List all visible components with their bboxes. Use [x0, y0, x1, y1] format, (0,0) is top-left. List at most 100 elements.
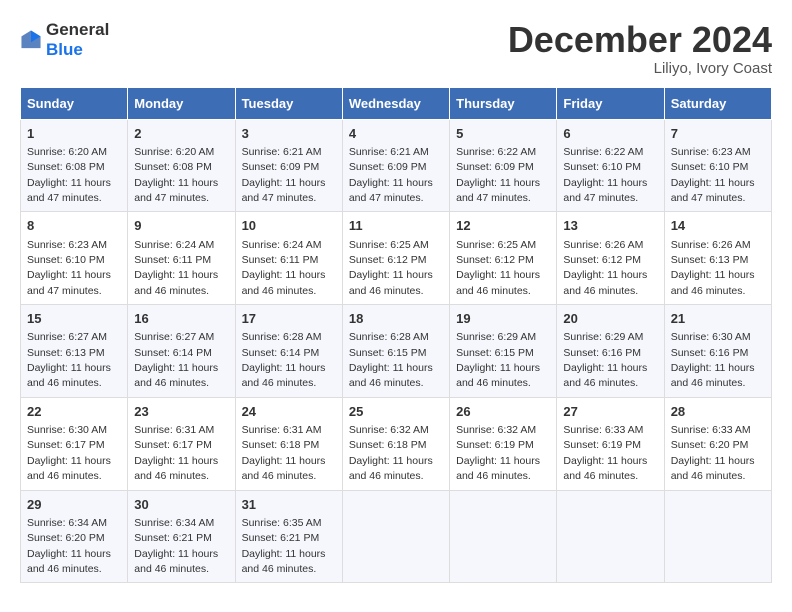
location: Liliyo, Ivory Coast: [508, 60, 772, 77]
day-number: 10: [242, 217, 336, 235]
calendar-cell: 29 Sunrise: 6:34 AMSunset: 6:20 PMDayligh…: [21, 490, 128, 583]
day-info: Sunrise: 6:34 AMSunset: 6:20 PMDaylight:…: [27, 517, 111, 575]
day-number: 22: [27, 403, 121, 421]
calendar-body: 1 Sunrise: 6:20 AMSunset: 6:08 PMDaylight…: [21, 119, 772, 583]
day-info: Sunrise: 6:25 AMSunset: 6:12 PMDaylight:…: [456, 239, 540, 297]
calendar-cell: 21 Sunrise: 6:30 AMSunset: 6:16 PMDayligh…: [664, 305, 771, 398]
day-info: Sunrise: 6:24 AMSunset: 6:11 PMDaylight:…: [134, 239, 218, 297]
calendar-cell: 8Sunrise: 6:23 AMSunset: 6:10 PMDaylight…: [21, 212, 128, 305]
week-row-1: 1 Sunrise: 6:20 AMSunset: 6:08 PMDaylight…: [21, 119, 772, 212]
logo: General Blue: [20, 20, 109, 60]
day-number: 12: [456, 217, 550, 235]
weekday-header-row: SundayMondayTuesdayWednesdayThursdayFrid…: [21, 87, 772, 119]
calendar-cell: 15Sunrise: 6:27 AMSunset: 6:13 PMDayligh…: [21, 305, 128, 398]
day-info: Sunrise: 6:24 AMSunset: 6:11 PMDaylight:…: [242, 239, 326, 297]
weekday-header-thursday: Thursday: [450, 87, 557, 119]
day-number: 4: [349, 125, 443, 143]
day-info: Sunrise: 6:30 AMSunset: 6:16 PMDaylight:…: [671, 331, 755, 389]
day-info: Sunrise: 6:34 AMSunset: 6:21 PMDaylight:…: [134, 517, 218, 575]
calendar-cell: 4 Sunrise: 6:21 AMSunset: 6:09 PMDaylight…: [342, 119, 449, 212]
weekday-header-saturday: Saturday: [664, 87, 771, 119]
calendar-cell: [664, 490, 771, 583]
day-number: 6: [563, 125, 657, 143]
weekday-header-tuesday: Tuesday: [235, 87, 342, 119]
week-row-4: 22 Sunrise: 6:30 AMSunset: 6:17 PMDayligh…: [21, 397, 772, 490]
calendar-cell: 19 Sunrise: 6:29 AMSunset: 6:15 PMDayligh…: [450, 305, 557, 398]
day-info: Sunrise: 6:26 AMSunset: 6:12 PMDaylight:…: [563, 239, 647, 297]
calendar-cell: 9 Sunrise: 6:24 AMSunset: 6:11 PMDaylight…: [128, 212, 235, 305]
day-number: 21: [671, 310, 765, 328]
day-number: 16: [134, 310, 228, 328]
day-number: 9: [134, 217, 228, 235]
calendar-cell: 6 Sunrise: 6:22 AMSunset: 6:10 PMDaylight…: [557, 119, 664, 212]
day-number: 20: [563, 310, 657, 328]
day-number: 18: [349, 310, 443, 328]
calendar-cell: 22 Sunrise: 6:30 AMSunset: 6:17 PMDayligh…: [21, 397, 128, 490]
calendar-cell: [450, 490, 557, 583]
day-info: Sunrise: 6:28 AMSunset: 6:15 PMDaylight:…: [349, 331, 433, 389]
day-info: Sunrise: 6:22 AMSunset: 6:09 PMDaylight:…: [456, 146, 540, 204]
day-number: 28: [671, 403, 765, 421]
day-info: Sunrise: 6:22 AMSunset: 6:10 PMDaylight:…: [563, 146, 647, 204]
day-info: Sunrise: 6:32 AMSunset: 6:19 PMDaylight:…: [456, 424, 540, 482]
page-header: General Blue December 2024 Liliyo, Ivory…: [20, 20, 772, 77]
day-number: 11: [349, 217, 443, 235]
weekday-header-wednesday: Wednesday: [342, 87, 449, 119]
day-info: Sunrise: 6:30 AMSunset: 6:17 PMDaylight:…: [27, 424, 111, 482]
calendar-cell: 23 Sunrise: 6:31 AMSunset: 6:17 PMDayligh…: [128, 397, 235, 490]
week-row-2: 8Sunrise: 6:23 AMSunset: 6:10 PMDaylight…: [21, 212, 772, 305]
day-number: 23: [134, 403, 228, 421]
calendar-cell: 10 Sunrise: 6:24 AMSunset: 6:11 PMDayligh…: [235, 212, 342, 305]
day-number: 7: [671, 125, 765, 143]
day-info: Sunrise: 6:21 AMSunset: 6:09 PMDaylight:…: [349, 146, 433, 204]
day-number: 15: [27, 310, 121, 328]
calendar-cell: 14Sunrise: 6:26 AMSunset: 6:13 PMDayligh…: [664, 212, 771, 305]
calendar-cell: 18 Sunrise: 6:28 AMSunset: 6:15 PMDayligh…: [342, 305, 449, 398]
day-number: 29: [27, 496, 121, 514]
day-info: Sunrise: 6:29 AMSunset: 6:16 PMDaylight:…: [563, 331, 647, 389]
calendar-cell: 12 Sunrise: 6:25 AMSunset: 6:12 PMDayligh…: [450, 212, 557, 305]
day-info: Sunrise: 6:20 AMSunset: 6:08 PMDaylight:…: [134, 146, 218, 204]
day-info: Sunrise: 6:29 AMSunset: 6:15 PMDaylight:…: [456, 331, 540, 389]
calendar-cell: 17 Sunrise: 6:28 AMSunset: 6:14 PMDayligh…: [235, 305, 342, 398]
day-info: Sunrise: 6:23 AMSunset: 6:10 PMDaylight:…: [671, 146, 755, 204]
day-info: Sunrise: 6:28 AMSunset: 6:14 PMDaylight:…: [242, 331, 326, 389]
day-info: Sunrise: 6:23 AMSunset: 6:10 PMDaylight:…: [27, 239, 111, 297]
day-info: Sunrise: 6:35 AMSunset: 6:21 PMDaylight:…: [242, 517, 326, 575]
day-info: Sunrise: 6:31 AMSunset: 6:17 PMDaylight:…: [134, 424, 218, 482]
day-number: 14: [671, 217, 765, 235]
calendar-cell: 31Sunrise: 6:35 AMSunset: 6:21 PMDayligh…: [235, 490, 342, 583]
day-number: 1: [27, 125, 121, 143]
day-number: 3: [242, 125, 336, 143]
day-info: Sunrise: 6:27 AMSunset: 6:14 PMDaylight:…: [134, 331, 218, 389]
calendar-cell: 28Sunrise: 6:33 AMSunset: 6:20 PMDayligh…: [664, 397, 771, 490]
week-row-3: 15Sunrise: 6:27 AMSunset: 6:13 PMDayligh…: [21, 305, 772, 398]
week-row-5: 29 Sunrise: 6:34 AMSunset: 6:20 PMDayligh…: [21, 490, 772, 583]
calendar-cell: [557, 490, 664, 583]
calendar-cell: 13 Sunrise: 6:26 AMSunset: 6:12 PMDayligh…: [557, 212, 664, 305]
calendar-cell: 1Sunrise: 6:20 AMSunset: 6:08 PMDaylight…: [21, 119, 128, 212]
weekday-header-friday: Friday: [557, 87, 664, 119]
calendar-table: SundayMondayTuesdayWednesdayThursdayFrid…: [20, 87, 772, 584]
calendar-cell: 25 Sunrise: 6:32 AMSunset: 6:18 PMDayligh…: [342, 397, 449, 490]
day-number: 17: [242, 310, 336, 328]
calendar-cell: 26Sunrise: 6:32 AMSunset: 6:19 PMDayligh…: [450, 397, 557, 490]
calendar-cell: 11 Sunrise: 6:25 AMSunset: 6:12 PMDayligh…: [342, 212, 449, 305]
day-number: 19: [456, 310, 550, 328]
calendar-cell: 3 Sunrise: 6:21 AMSunset: 6:09 PMDaylight…: [235, 119, 342, 212]
calendar-cell: [342, 490, 449, 583]
calendar-cell: 16 Sunrise: 6:27 AMSunset: 6:14 PMDayligh…: [128, 305, 235, 398]
day-number: 24: [242, 403, 336, 421]
day-number: 5: [456, 125, 550, 143]
day-info: Sunrise: 6:31 AMSunset: 6:18 PMDaylight:…: [242, 424, 326, 482]
calendar-cell: 20 Sunrise: 6:29 AMSunset: 6:16 PMDayligh…: [557, 305, 664, 398]
calendar-cell: 27Sunrise: 6:33 AMSunset: 6:19 PMDayligh…: [557, 397, 664, 490]
day-info: Sunrise: 6:25 AMSunset: 6:12 PMDaylight:…: [349, 239, 433, 297]
day-number: 13: [563, 217, 657, 235]
calendar-cell: 2Sunrise: 6:20 AMSunset: 6:08 PMDaylight…: [128, 119, 235, 212]
title-block: December 2024 Liliyo, Ivory Coast: [508, 20, 772, 77]
day-info: Sunrise: 6:32 AMSunset: 6:18 PMDaylight:…: [349, 424, 433, 482]
day-info: Sunrise: 6:21 AMSunset: 6:09 PMDaylight:…: [242, 146, 326, 204]
day-number: 25: [349, 403, 443, 421]
month-title: December 2024: [508, 20, 772, 60]
